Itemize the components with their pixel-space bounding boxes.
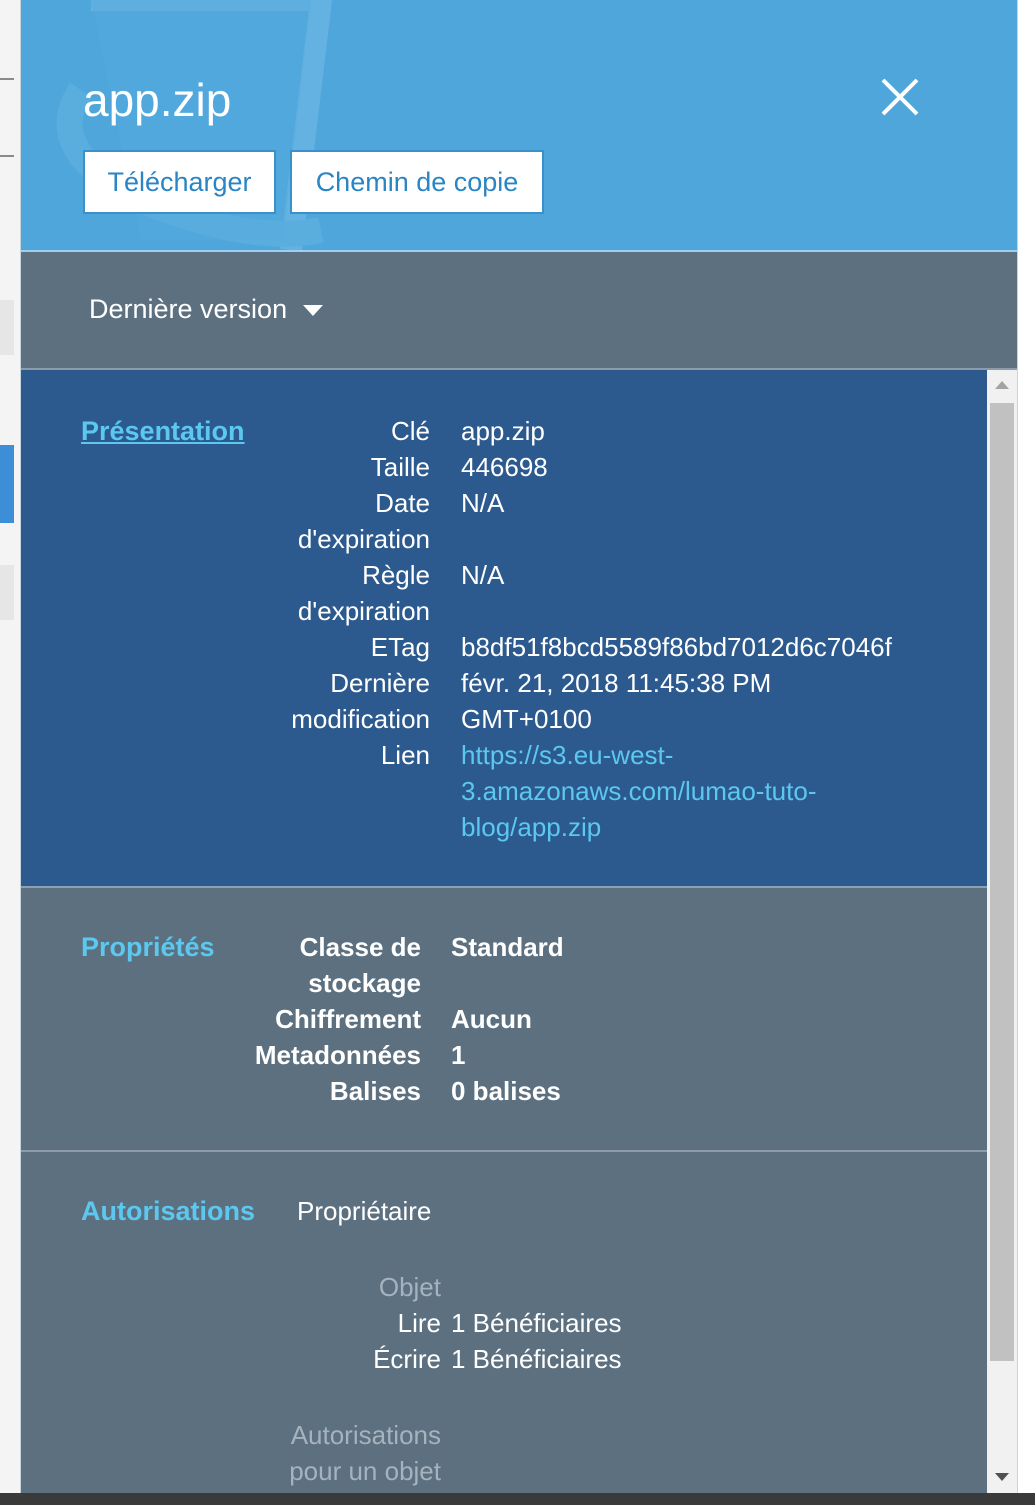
caret-down-icon [303, 305, 324, 317]
background-divider [0, 155, 14, 157]
field-key: d'expiration [297, 596, 430, 626]
background-selected-row [0, 445, 14, 523]
overview-section: Présentation Clé app.zip Taille 446698 D… [21, 370, 987, 888]
field-key: modification [291, 704, 430, 734]
field-key: Taille [370, 452, 430, 482]
field-key: Date [375, 488, 430, 518]
properties-section: Propriétés Classe de stockage Standard C… [21, 888, 987, 1152]
field-key: Balises [329, 1076, 421, 1106]
properties-fields: Classe de stockage Standard Chiffrement … [21, 929, 987, 1119]
field-value: 1 Bénéficiaires [451, 1344, 622, 1374]
background-bottom-bar [0, 1493, 1035, 1505]
field-key: Dernière [330, 668, 430, 698]
permissions-tab-link[interactable]: Autorisations [81, 1193, 255, 1229]
object-url-link[interactable]: https://s3.eu-west- 3.amazonaws.com/luma… [461, 737, 816, 845]
field-key: Lire [397, 1308, 441, 1338]
field-key: Metadonnées [254, 1040, 421, 1070]
object-permissions: Objet Lire 1 Bénéficiaires Écrire 1 Béné… [21, 1269, 987, 1493]
field-key: d'expiration [297, 524, 430, 554]
object-acl-heading: pour un objet [289, 1456, 441, 1486]
field-value: 1 Bénéficiaires [451, 1308, 622, 1338]
object-url-line: https://s3.eu-west- [461, 740, 674, 770]
field-value: Aucun [451, 1004, 532, 1034]
scrollbar-thumb[interactable] [990, 403, 1014, 1361]
background-app-strip [0, 0, 20, 1505]
background-row [0, 300, 14, 355]
field-key: Lien [380, 740, 430, 770]
owner-label: Propriétaire [297, 1196, 432, 1226]
permissions-section: Autorisations Propriétaire Objet Lire 1 … [21, 1152, 987, 1493]
field-value: 0 balises [451, 1076, 561, 1106]
version-dropdown[interactable]: Dernière version [89, 292, 324, 326]
field-key: ETag [370, 632, 430, 662]
version-bar: Dernière version [21, 252, 1017, 370]
object-acl-heading: Autorisations [290, 1420, 441, 1450]
object-url-line: blog/app.zip [461, 812, 602, 842]
field-key: stockage [308, 968, 421, 998]
field-key: Écrire [373, 1344, 441, 1374]
field-value: app.zip [461, 416, 545, 446]
field-value: 1 [451, 1040, 466, 1070]
copy-path-button[interactable]: Chemin de copie [290, 150, 544, 214]
field-value: 446698 [461, 452, 548, 482]
background-row [0, 565, 14, 620]
object-heading: Objet [378, 1272, 441, 1302]
field-value: N/A [461, 560, 505, 590]
version-dropdown-label: Dernière version [89, 294, 288, 324]
field-value: N/A [461, 488, 505, 518]
overview-fields: Clé app.zip Taille 446698 Date d'expirat… [21, 413, 987, 853]
field-value: Standard [451, 932, 564, 962]
scroll-down-icon[interactable] [995, 1473, 1009, 1481]
field-key: Classe de [299, 932, 421, 962]
field-key: Règle [362, 560, 430, 590]
field-value: GMT+0100 [461, 704, 592, 734]
field-key: Chiffrement [275, 1004, 421, 1034]
close-icon[interactable] [873, 70, 927, 124]
scroll-up-icon[interactable] [995, 381, 1009, 389]
background-divider [0, 78, 14, 80]
download-button[interactable]: Télécharger [83, 150, 276, 214]
details-scroll-area[interactable]: Présentation Clé app.zip Taille 446698 D… [21, 370, 987, 1493]
etag-value: b8df51f8bcd5589f86bd7012d6c7046f [461, 632, 892, 662]
scrollbar[interactable] [987, 370, 1017, 1493]
object-title: app.zip [83, 74, 232, 126]
panel-header: app.zip Télécharger Chemin de copie [21, 0, 1017, 252]
object-details-panel: app.zip Télécharger Chemin de copie Dern… [20, 0, 1018, 1493]
field-key: Clé [390, 416, 430, 446]
object-url-line: 3.amazonaws.com/lumao-tuto- [461, 776, 817, 806]
field-value: févr. 21, 2018 11:45:38 PM [461, 668, 772, 698]
